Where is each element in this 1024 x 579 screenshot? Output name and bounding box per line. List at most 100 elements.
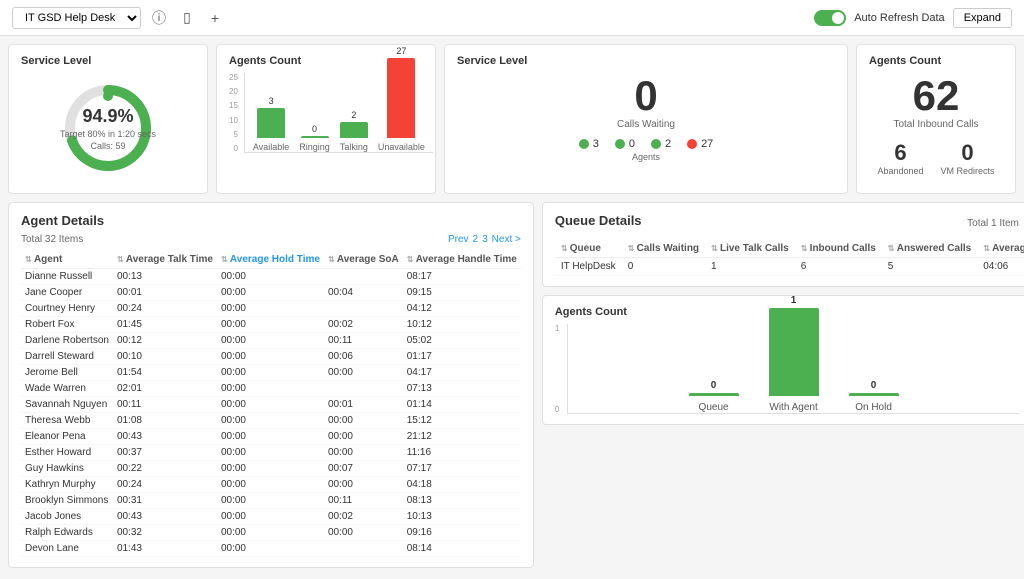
- qcol-handle-time[interactable]: Average Handle Time: [977, 240, 1024, 258]
- info-icon[interactable]: ⓘ: [149, 8, 169, 28]
- table-row: Savannah Nguyen00:1100:0000:0101:14: [21, 397, 521, 413]
- qcol-inbound[interactable]: Inbound Calls: [795, 240, 882, 258]
- bottom-bar-on-hold-rect: [849, 393, 899, 396]
- top-bar-right: Auto Refresh Data Expand: [814, 8, 1012, 28]
- queue-total-items: Total 1 Item: [967, 218, 1019, 229]
- agent-table: Agent Average Talk Time Average Hold Tim…: [21, 251, 521, 557]
- table-row: Darrell Steward00:1000:0000:0601:17: [21, 349, 521, 365]
- table-row: Wade Warren02:0100:0007:13: [21, 381, 521, 397]
- auto-refresh-toggle[interactable]: [814, 10, 846, 26]
- ac-stats-row: 6 Abandoned 0 VM Redirects: [869, 140, 1003, 176]
- col-agent[interactable]: Agent: [21, 251, 113, 269]
- service-level-widget: Service Level 94.9% Target 80% in 1:20 s…: [8, 44, 208, 194]
- page-3[interactable]: 3: [482, 234, 488, 245]
- qcol-live-talk[interactable]: Live Talk Calls: [705, 240, 795, 258]
- bottom-y-axis: 1 0: [555, 324, 563, 414]
- right-panel: Queue Details Total 1 Item Queue Calls W…: [542, 202, 1024, 568]
- donut-target: Target 80% in 1:20 secs: [60, 129, 156, 139]
- table-row: Dianne Russell00:1300:0008:17: [21, 269, 521, 285]
- copy-icon[interactable]: ▯: [177, 8, 197, 28]
- vm-redirects-stat: 0 VM Redirects: [941, 140, 995, 176]
- top-bar: IT GSD Help Desk ⓘ ▯ + Auto Refresh Data…: [0, 0, 1024, 36]
- col-handle-time[interactable]: Average Handle Time: [403, 251, 521, 269]
- calls-waiting-label: Calls Waiting: [457, 119, 835, 130]
- service-level-right-widget: Service Level 0 Calls Waiting 3 0 2: [444, 44, 848, 194]
- table-row: Ralph Edwards00:3200:0000:0009:16: [21, 525, 521, 541]
- table-row: Jerome Bell01:5400:0000:0004:17: [21, 365, 521, 381]
- next-page[interactable]: Next >: [492, 234, 521, 245]
- table-header: Total 32 Items Prev 2 3 Next >: [21, 234, 521, 245]
- table-row: Brooklyn Simmons00:3100:0000:1108:13: [21, 493, 521, 509]
- dot-green-3: [651, 139, 661, 149]
- queue-details-widget: Queue Details Total 1 Item Queue Calls W…: [542, 202, 1024, 287]
- table-row: Kathryn Murphy00:2400:0000:0004:18: [21, 477, 521, 493]
- page-2[interactable]: 2: [473, 234, 479, 245]
- table-row: Jane Cooper00:0100:0000:0409:15: [21, 285, 521, 301]
- total-inbound-number: 62: [869, 75, 1003, 117]
- table-row: Jacob Jones00:4300:0000:0210:13: [21, 509, 521, 525]
- bottom-bar-with-agent: 1 With Agent: [769, 295, 819, 413]
- donut-container: 94.9% Target 80% in 1:20 secs Calls: 59: [21, 73, 195, 183]
- table-row: Esther Howard00:3700:0000:0011:16: [21, 445, 521, 461]
- bottom-bar-with-agent-rect: [769, 308, 819, 396]
- bar-talking-rect: [340, 122, 368, 138]
- table-row: Devon Lane01:4300:0008:14: [21, 541, 521, 557]
- add-icon[interactable]: +: [205, 8, 225, 28]
- queue-table: Queue Calls Waiting Live Talk Calls Inbo…: [555, 240, 1024, 276]
- dot-green-1: [579, 139, 589, 149]
- dot-2: 0: [615, 138, 635, 150]
- dot-red-1: [687, 139, 697, 149]
- qcol-answered[interactable]: Answered Calls: [882, 240, 977, 258]
- table-row: Theresa Webb01:0800:0000:0015:12: [21, 413, 521, 429]
- main-content: Service Level 94.9% Target 80% in 1:20 s…: [0, 36, 1024, 576]
- dot-4: 27: [687, 138, 713, 150]
- queue-table-row: IT HelpDesk016504:0600:26: [555, 258, 1024, 276]
- queue-select[interactable]: IT GSD Help Desk: [12, 7, 141, 29]
- abandoned-stat: 6 Abandoned: [877, 140, 923, 176]
- service-level-title: Service Level: [21, 55, 195, 67]
- abandoned-label: Abandoned: [877, 166, 923, 176]
- agent-details-title: Agent Details: [21, 213, 521, 228]
- abandoned-number: 6: [877, 140, 923, 166]
- agents-label: Agents: [457, 152, 835, 162]
- dot-green-2: [615, 139, 625, 149]
- bottom-bar-queue-rect: [689, 393, 739, 396]
- calls-waiting-number: 0: [457, 75, 835, 117]
- agents-dots: 3 0 2 27: [457, 138, 835, 150]
- bar-available: 3 Available: [253, 96, 289, 152]
- bar-chart-area: 3 Available 0 Ringing 2 Talking: [244, 73, 433, 153]
- bottom-bar-queue: 0 Queue: [689, 380, 739, 413]
- donut-calls: Calls: 59: [60, 141, 156, 151]
- table-row: Robert Fox01:4500:0000:0210:12: [21, 317, 521, 333]
- agents-count-bar-widget: Agents Count 2520151050 3 Available 0: [216, 44, 436, 194]
- vm-redirects-label: VM Redirects: [941, 166, 995, 176]
- queue-details-title: Queue Details: [555, 213, 642, 228]
- ac-right-title: Agents Count: [869, 55, 1003, 67]
- agent-details-widget: Agent Details Total 32 Items Prev 2 3 Ne…: [8, 202, 534, 568]
- top-bar-left: IT GSD Help Desk ⓘ ▯ +: [12, 7, 225, 29]
- qcol-calls-waiting[interactable]: Calls Waiting: [622, 240, 705, 258]
- qcol-queue[interactable]: Queue: [555, 240, 622, 258]
- pagination: Prev 2 3 Next >: [448, 234, 521, 245]
- col-hold-time[interactable]: Average Hold Time: [217, 251, 324, 269]
- table-row: Eleanor Pena00:4300:0000:0021:12: [21, 429, 521, 445]
- bottom-bar-chart-area: 0 Queue 1 With Agent 0 On Hold: [567, 324, 1019, 414]
- agents-count-right-widget: Agents Count 62 Total Inbound Calls 6 Ab…: [856, 44, 1016, 194]
- bar-talking: 2 Talking: [340, 110, 368, 152]
- bar-ringing-rect: [301, 136, 329, 138]
- bottom-section: Agent Details Total 32 Items Prev 2 3 Ne…: [8, 202, 1016, 568]
- expand-button[interactable]: Expand: [953, 8, 1012, 28]
- total-inbound-label: Total Inbound Calls: [869, 119, 1003, 130]
- col-talk-time[interactable]: Average Talk Time: [113, 251, 217, 269]
- top-widgets: Service Level 94.9% Target 80% in 1:20 s…: [8, 44, 1016, 194]
- bar-unavailable-rect: [387, 58, 415, 138]
- donut-percent: 94.9%: [60, 106, 156, 127]
- col-soa[interactable]: Average SoA: [324, 251, 403, 269]
- table-row: Courtney Henry00:2400:0004:12: [21, 301, 521, 317]
- vm-redirects-number: 0: [941, 140, 995, 166]
- prev-page[interactable]: Prev: [448, 234, 469, 245]
- sl-right-title: Service Level: [457, 55, 835, 67]
- dot-3: 2: [651, 138, 671, 150]
- donut-text: 94.9% Target 80% in 1:20 secs Calls: 59: [60, 106, 156, 151]
- agents-count-chart-widget: Agents Count 1 0 0 Queue: [542, 295, 1024, 425]
